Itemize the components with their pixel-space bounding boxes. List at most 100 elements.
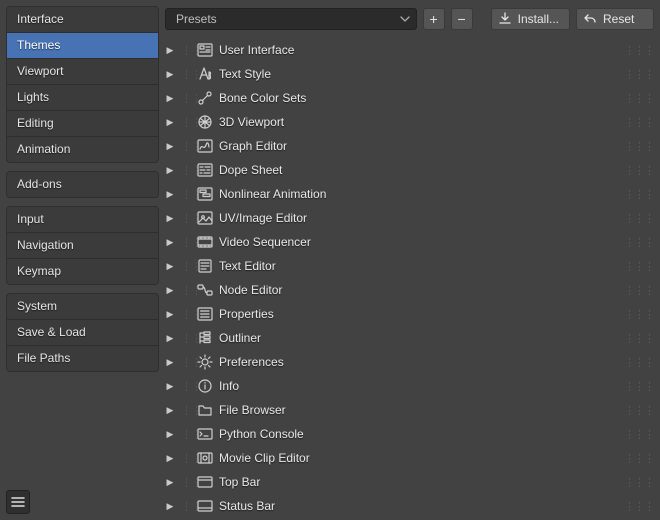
theme-section-label[interactable]: Node Editor [219, 283, 618, 297]
drag-grip-icon[interactable]: ⋮⋮⋮ [624, 140, 654, 153]
drag-grip-icon[interactable]: ⋮⋮⋮ [624, 212, 654, 225]
disclosure-triangle-icon[interactable]: ▶ [165, 165, 175, 176]
sidebar-item-animation[interactable]: Animation [7, 137, 158, 162]
sidebar-item-file-paths[interactable]: File Paths [7, 346, 158, 371]
disclosure-triangle-icon[interactable]: ▶ [165, 405, 175, 416]
drag-grip-icon[interactable]: ⋮⋮ [181, 212, 191, 225]
sidebar-item-keymap[interactable]: Keymap [7, 259, 158, 284]
drag-grip-icon[interactable]: ⋮⋮⋮ [624, 500, 654, 513]
reset-button[interactable]: Reset [576, 8, 654, 30]
drag-grip-icon[interactable]: ⋮⋮ [181, 332, 191, 345]
theme-section-row: ▶ ⋮⋮ Movie Clip Editor ⋮⋮⋮ [165, 446, 654, 470]
disclosure-triangle-icon[interactable]: ▶ [165, 237, 175, 248]
theme-section-label[interactable]: Text Editor [219, 259, 618, 273]
install-button[interactable]: Install... [491, 8, 570, 30]
drag-grip-icon[interactable]: ⋮⋮⋮ [624, 188, 654, 201]
disclosure-triangle-icon[interactable]: ▶ [165, 477, 175, 488]
sidebar-item-themes[interactable]: Themes [7, 33, 158, 59]
disclosure-triangle-icon[interactable]: ▶ [165, 189, 175, 200]
disclosure-triangle-icon[interactable]: ▶ [165, 45, 175, 56]
drag-grip-icon[interactable]: ⋮⋮⋮ [624, 116, 654, 129]
drag-grip-icon[interactable]: ⋮⋮⋮ [624, 68, 654, 81]
disclosure-triangle-icon[interactable]: ▶ [165, 309, 175, 320]
theme-section-label[interactable]: Outliner [219, 331, 618, 345]
drag-grip-icon[interactable]: ⋮⋮ [181, 236, 191, 249]
sidebar-item-interface[interactable]: Interface [7, 7, 158, 33]
theme-section-label[interactable]: Top Bar [219, 475, 618, 489]
presets-dropdown[interactable]: Presets [165, 8, 417, 30]
sidebar-item-editing[interactable]: Editing [7, 111, 158, 137]
drag-grip-icon[interactable]: ⋮⋮ [181, 356, 191, 369]
theme-section-label[interactable]: Graph Editor [219, 139, 618, 153]
drag-grip-icon[interactable]: ⋮⋮⋮ [624, 92, 654, 105]
theme-section-label[interactable]: Text Style [219, 67, 618, 81]
theme-section-label[interactable]: Preferences [219, 355, 618, 369]
theme-section-label[interactable]: Nonlinear Animation [219, 187, 618, 201]
theme-section-label[interactable]: 3D Viewport [219, 115, 618, 129]
preset-remove-button[interactable]: − [451, 8, 473, 30]
disclosure-triangle-icon[interactable]: ▶ [165, 333, 175, 344]
drag-grip-icon[interactable]: ⋮⋮⋮ [624, 284, 654, 297]
theme-section-label[interactable]: Dope Sheet [219, 163, 618, 177]
drag-grip-icon[interactable]: ⋮⋮⋮ [624, 380, 654, 393]
drag-grip-icon[interactable]: ⋮⋮⋮ [624, 452, 654, 465]
drag-grip-icon[interactable]: ⋮⋮ [181, 140, 191, 153]
sidebar-item-input[interactable]: Input [7, 207, 158, 233]
drag-grip-icon[interactable]: ⋮⋮ [181, 380, 191, 393]
disclosure-triangle-icon[interactable]: ▶ [165, 285, 175, 296]
drag-grip-icon[interactable]: ⋮⋮ [181, 404, 191, 417]
disclosure-triangle-icon[interactable]: ▶ [165, 93, 175, 104]
hamburger-menu-button[interactable] [6, 490, 30, 514]
sidebar-item-save-load[interactable]: Save & Load [7, 320, 158, 346]
theme-section-label[interactable]: Properties [219, 307, 618, 321]
theme-section-label[interactable]: Status Bar [219, 499, 618, 513]
drag-grip-icon[interactable]: ⋮⋮ [181, 188, 191, 201]
sidebar-item-system[interactable]: System [7, 294, 158, 320]
drag-grip-icon[interactable]: ⋮⋮ [181, 428, 191, 441]
disclosure-triangle-icon[interactable]: ▶ [165, 357, 175, 368]
drag-grip-icon[interactable]: ⋮⋮ [181, 452, 191, 465]
drag-grip-icon[interactable]: ⋮⋮⋮ [624, 428, 654, 441]
sidebar-item-viewport[interactable]: Viewport [7, 59, 158, 85]
drag-grip-icon[interactable]: ⋮⋮ [181, 68, 191, 81]
drag-grip-icon[interactable]: ⋮⋮⋮ [624, 404, 654, 417]
theme-section-label[interactable]: User Interface [219, 43, 618, 57]
drag-grip-icon[interactable]: ⋮⋮⋮ [624, 332, 654, 345]
preset-add-button[interactable]: + [423, 8, 445, 30]
drag-grip-icon[interactable]: ⋮⋮ [181, 308, 191, 321]
drag-grip-icon[interactable]: ⋮⋮ [181, 164, 191, 177]
drag-grip-icon[interactable]: ⋮⋮⋮ [624, 260, 654, 273]
drag-grip-icon[interactable]: ⋮⋮⋮ [624, 164, 654, 177]
drag-grip-icon[interactable]: ⋮⋮⋮ [624, 356, 654, 369]
disclosure-triangle-icon[interactable]: ▶ [165, 69, 175, 80]
theme-section-label[interactable]: Video Sequencer [219, 235, 618, 249]
theme-section-label[interactable]: Info [219, 379, 618, 393]
sidebar-item-navigation[interactable]: Navigation [7, 233, 158, 259]
drag-grip-icon[interactable]: ⋮⋮⋮ [624, 44, 654, 57]
drag-grip-icon[interactable]: ⋮⋮ [181, 500, 191, 513]
drag-grip-icon[interactable]: ⋮⋮ [181, 44, 191, 57]
sidebar-item-add-ons[interactable]: Add-ons [7, 172, 158, 197]
drag-grip-icon[interactable]: ⋮⋮ [181, 92, 191, 105]
theme-section-label[interactable]: File Browser [219, 403, 618, 417]
drag-grip-icon[interactable]: ⋮⋮ [181, 284, 191, 297]
drag-grip-icon[interactable]: ⋮⋮ [181, 260, 191, 273]
theme-section-label[interactable]: Movie Clip Editor [219, 451, 618, 465]
theme-section-label[interactable]: Python Console [219, 427, 618, 441]
disclosure-triangle-icon[interactable]: ▶ [165, 261, 175, 272]
drag-grip-icon[interactable]: ⋮⋮⋮ [624, 236, 654, 249]
drag-grip-icon[interactable]: ⋮⋮⋮ [624, 476, 654, 489]
disclosure-triangle-icon[interactable]: ▶ [165, 501, 175, 512]
disclosure-triangle-icon[interactable]: ▶ [165, 213, 175, 224]
drag-grip-icon[interactable]: ⋮⋮ [181, 116, 191, 129]
theme-section-label[interactable]: UV/Image Editor [219, 211, 618, 225]
sidebar-item-lights[interactable]: Lights [7, 85, 158, 111]
disclosure-triangle-icon[interactable]: ▶ [165, 453, 175, 464]
drag-grip-icon[interactable]: ⋮⋮ [181, 476, 191, 489]
drag-grip-icon[interactable]: ⋮⋮⋮ [624, 308, 654, 321]
disclosure-triangle-icon[interactable]: ▶ [165, 381, 175, 392]
disclosure-triangle-icon[interactable]: ▶ [165, 429, 175, 440]
theme-section-label[interactable]: Bone Color Sets [219, 91, 618, 105]
disclosure-triangle-icon[interactable]: ▶ [165, 117, 175, 128]
disclosure-triangle-icon[interactable]: ▶ [165, 141, 175, 152]
